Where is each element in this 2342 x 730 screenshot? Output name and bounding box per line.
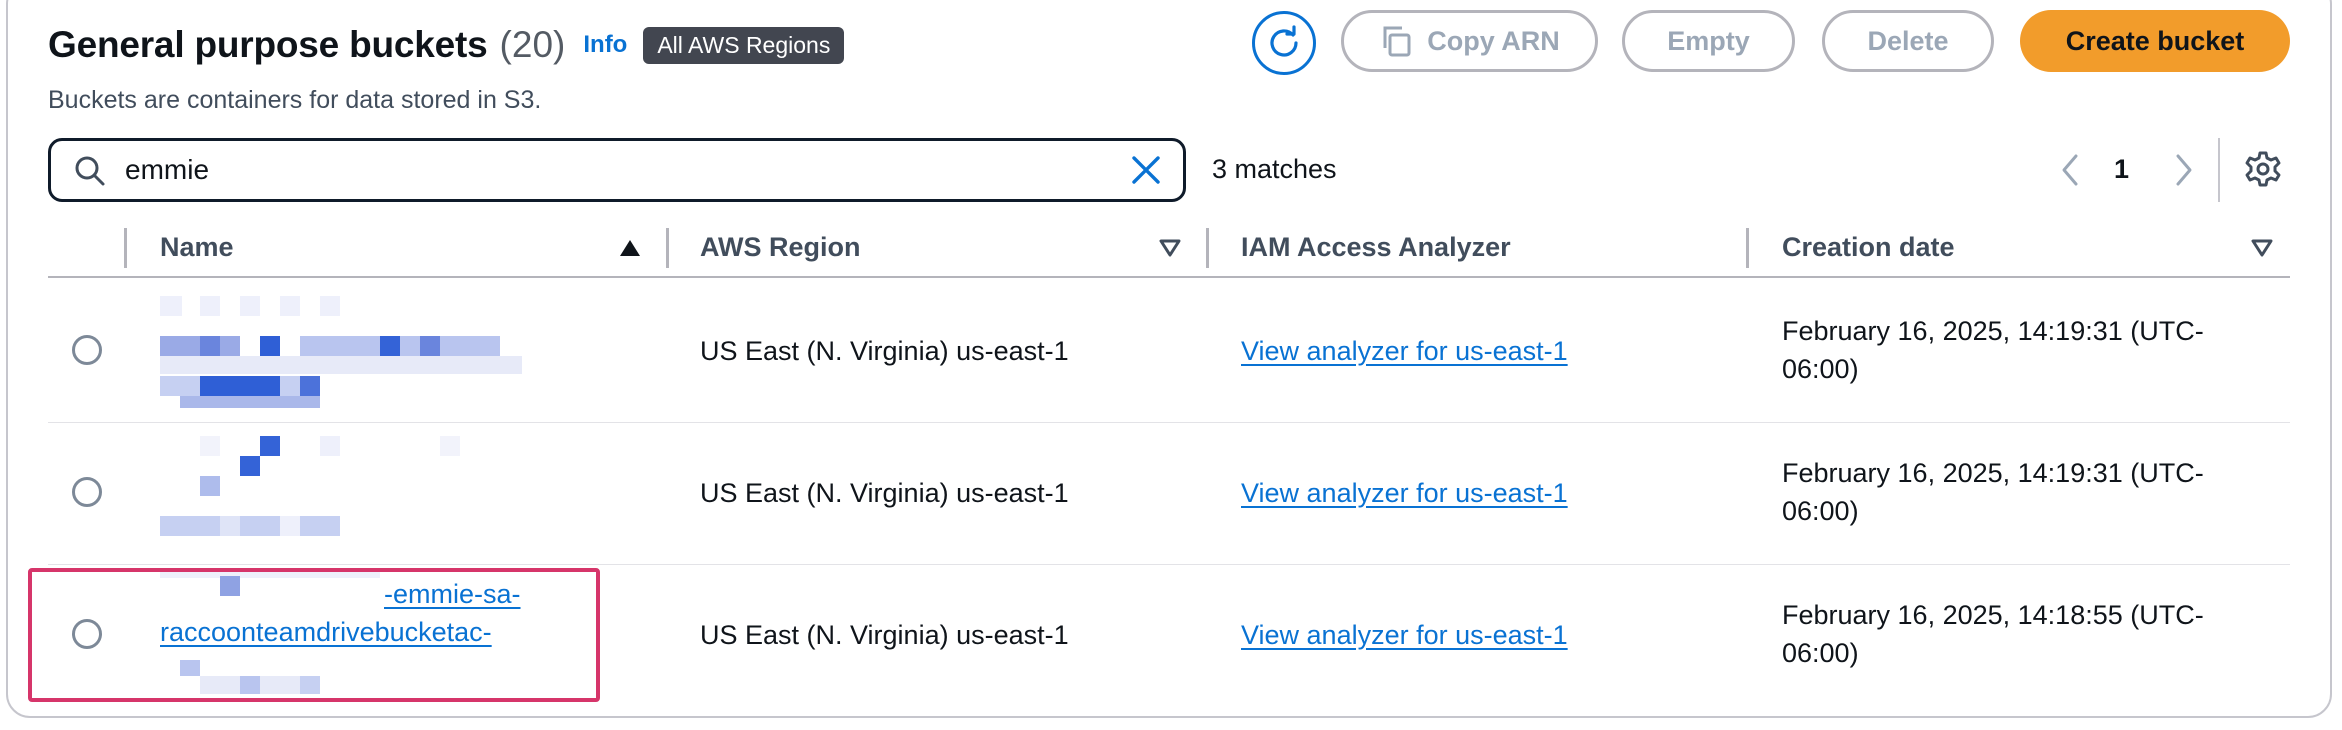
- creation-date-line: 06:00): [1782, 354, 1859, 384]
- refresh-button[interactable]: [1252, 11, 1316, 75]
- info-link[interactable]: Info: [583, 31, 627, 59]
- divider: [2218, 138, 2220, 202]
- page-title: General purpose buckets: [48, 24, 488, 65]
- creation-date-line: February 16, 2025, 14:19:31 (UTC-: [1782, 458, 2204, 488]
- view-analyzer-link[interactable]: View analyzer for us-east-1: [1241, 620, 1568, 651]
- row-creation-date: February 16, 2025, 14:19:31 (UTC- 06:00): [1782, 312, 2262, 388]
- row-region: US East (N. Virginia) us-east-1: [700, 478, 1069, 508]
- column-divider: [666, 228, 669, 268]
- next-page-icon[interactable]: [2168, 148, 2198, 192]
- column-divider: [1746, 228, 1749, 268]
- sort-descending-icon[interactable]: [1158, 238, 1182, 258]
- copy-arn-label: Copy ARN: [1427, 25, 1560, 56]
- column-divider: [124, 228, 127, 268]
- search-field[interactable]: emmie: [48, 138, 1186, 202]
- delete-button[interactable]: Delete: [1822, 10, 1994, 72]
- column-header-region[interactable]: AWS Region: [700, 232, 861, 263]
- row-divider: [48, 422, 2290, 423]
- creation-date-line: February 16, 2025, 14:18:55 (UTC-: [1782, 600, 2204, 630]
- copy-icon: [1379, 24, 1413, 58]
- column-header-creation-date[interactable]: Creation date: [1782, 232, 1955, 263]
- row-creation-date: February 16, 2025, 14:19:31 (UTC- 06:00): [1782, 454, 2262, 530]
- redacted-bucket-name: [160, 436, 522, 548]
- header: General purpose buckets (20) Info All AW…: [48, 20, 845, 70]
- search-icon: [75, 156, 105, 186]
- sort-ascending-icon[interactable]: [618, 238, 642, 258]
- creation-date-line: February 16, 2025, 14:19:31 (UTC-: [1782, 316, 2204, 346]
- row-divider: [48, 564, 2290, 565]
- highlight-annotation: [28, 568, 600, 702]
- settings-gear-icon[interactable]: [2244, 150, 2282, 188]
- view-analyzer-link[interactable]: View analyzer for us-east-1: [1241, 478, 1568, 509]
- copy-arn-button[interactable]: Copy ARN: [1341, 10, 1598, 72]
- clear-search-icon[interactable]: [1129, 153, 1163, 187]
- search-input[interactable]: emmie: [125, 154, 209, 186]
- current-page[interactable]: 1: [2114, 154, 2129, 185]
- row-select-radio[interactable]: [72, 335, 102, 365]
- row-creation-date: February 16, 2025, 14:18:55 (UTC- 06:00): [1782, 596, 2262, 672]
- create-bucket-button[interactable]: Create bucket: [2020, 10, 2290, 72]
- match-count: 3 matches: [1212, 154, 1337, 184]
- table-header-divider: [48, 276, 2290, 278]
- column-header-name[interactable]: Name: [160, 232, 234, 263]
- column-header-iam: IAM Access Analyzer: [1241, 232, 1511, 262]
- bucket-count: (20): [499, 24, 566, 65]
- empty-button[interactable]: Empty: [1622, 10, 1795, 72]
- refresh-icon: [1270, 25, 1298, 57]
- row-select-radio[interactable]: [72, 477, 102, 507]
- row-region: US East (N. Virginia) us-east-1: [700, 336, 1069, 366]
- region-badge: All AWS Regions: [643, 26, 845, 64]
- column-divider: [1206, 228, 1209, 268]
- creation-date-line: 06:00): [1782, 496, 1859, 526]
- previous-page-icon[interactable]: [2056, 148, 2086, 192]
- view-analyzer-link[interactable]: View analyzer for us-east-1: [1241, 336, 1568, 367]
- page-description: Buckets are containers for data stored i…: [48, 86, 542, 114]
- row-region: US East (N. Virginia) us-east-1: [700, 620, 1069, 650]
- redacted-bucket-name: [160, 296, 522, 412]
- creation-date-line: 06:00): [1782, 638, 1859, 668]
- sort-descending-icon[interactable]: [2250, 238, 2274, 258]
